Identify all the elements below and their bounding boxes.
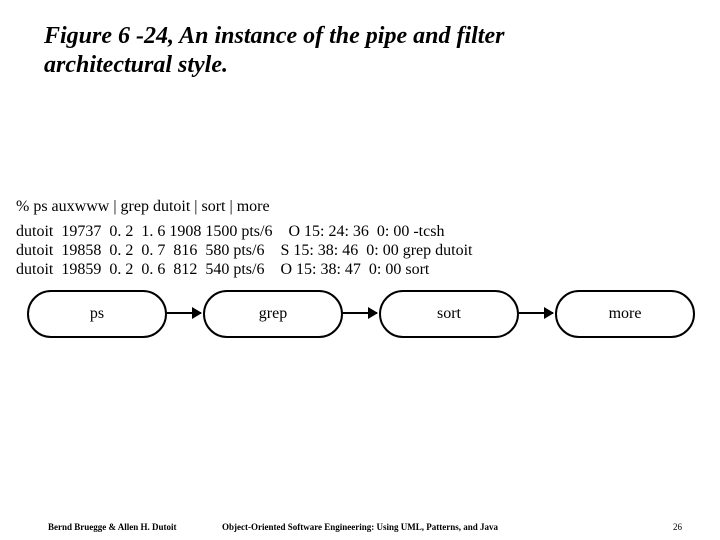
- arrow-icon: [167, 312, 201, 314]
- page-number: 26: [673, 522, 682, 532]
- process-output: dutoit 19737 0. 2 1. 6 1908 1500 pts/6 O…: [16, 223, 472, 280]
- node-grep: grep: [203, 290, 343, 338]
- node-sort: sort: [379, 290, 519, 338]
- node-ps: ps: [27, 290, 167, 338]
- arrow-icon: [519, 312, 553, 314]
- figure-title: Figure 6 -24, An instance of the pipe an…: [44, 22, 604, 80]
- node-label: ps: [90, 305, 104, 323]
- node-more: more: [555, 290, 695, 338]
- node-label: sort: [437, 305, 461, 323]
- pipeline-diagram: ps grep sort more: [27, 290, 693, 360]
- arrow-icon: [343, 312, 377, 314]
- node-label: more: [609, 305, 642, 323]
- node-label: grep: [259, 305, 287, 323]
- footer-book-title: Object-Oriented Software Engineering: Us…: [0, 522, 720, 532]
- command-line: % ps auxwww | grep dutoit | sort | more: [16, 198, 270, 216]
- slide: Figure 6 -24, An instance of the pipe an…: [0, 0, 720, 540]
